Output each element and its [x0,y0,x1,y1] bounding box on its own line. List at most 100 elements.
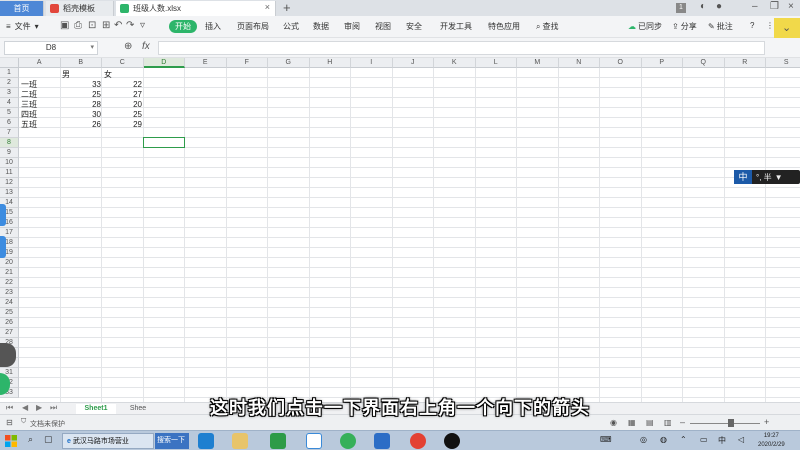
windows-start-icon[interactable] [4,434,18,448]
male-count-cell[interactable]: 28 [62,100,101,110]
column-header[interactable]: P [641,58,683,68]
male-count-cell[interactable]: 33 [62,80,101,90]
row-header[interactable]: 26 [0,318,19,328]
ime-lang-indicator[interactable]: 中 [718,435,726,446]
select-all-corner[interactable] [0,58,19,68]
tab-view[interactable]: 视图 [375,21,391,32]
row-header[interactable]: 24 [0,298,19,308]
female-count-cell[interactable]: 22 [102,80,142,90]
spreadsheet-grid[interactable]: ABCDEFGHIJKLMNOPQRS 1 2 3 4 5 6 7 8 9 10 11 12 13 14 1… [0,58,800,402]
help-icon[interactable]: ? [750,21,754,30]
column-header[interactable]: K [434,58,476,68]
cloud-drive-icon[interactable] [306,433,322,449]
column-header[interactable]: J [392,58,434,68]
search-icon[interactable]: ⌕ [28,434,33,445]
tab-start[interactable]: 开始 [169,20,197,33]
column-header[interactable]: L [475,58,517,68]
file-explorer-icon[interactable] [232,433,248,449]
annotate-button[interactable]: ✎ 批注 [708,21,733,32]
column-header[interactable]: B [60,58,102,68]
keyboard-icon[interactable]: ⌨ [600,435,612,444]
formula-input[interactable] [158,41,765,55]
collapse-ribbon-button[interactable]: ⌄ [774,18,800,38]
column-header[interactable]: Q [683,58,725,68]
display-icon[interactable]: ▭ [700,435,708,444]
system-clock[interactable]: 19:27 2020/2/29 [758,432,785,450]
window-count-badge[interactable]: 1 [676,3,686,13]
print-preview-icon[interactable]: ⎙ [74,20,82,31]
row-header[interactable]: 20 [0,258,19,268]
class-label-cell[interactable]: 五班 [21,120,37,130]
class-label-cell[interactable]: 三班 [21,100,37,110]
row-header[interactable]: 12 [0,178,19,188]
skin-icon[interactable]: ◐ [700,1,706,12]
fx-icon[interactable]: fx [142,41,150,52]
tab-features[interactable]: 特色应用 [488,21,520,32]
female-count-cell[interactable]: 27 [102,90,142,100]
column-header[interactable]: C [102,58,144,68]
tab-insert[interactable]: 插入 [205,21,221,32]
minimize-icon[interactable]: – [752,1,758,12]
zoom-slider[interactable] [690,423,760,424]
row-header[interactable]: 11 [0,168,19,178]
tab-security[interactable]: 安全 [406,21,422,32]
row-header[interactable]: 8 [0,138,19,148]
close-tab-icon[interactable]: × [265,2,270,12]
tab-template[interactable]: 稻壳模板 [46,1,114,16]
undo-icon[interactable]: ↶ [114,20,122,31]
column-header[interactable]: R [724,58,766,68]
recorder-icon[interactable] [444,433,460,449]
tab-data[interactable]: 数据 [313,21,329,32]
search-command[interactable]: ⌕ 查找 [536,21,558,32]
active-cell-cursor[interactable] [143,137,185,148]
row-header[interactable]: 27 [0,328,19,338]
class-label-cell[interactable]: 二班 [21,90,37,100]
row-header[interactable]: 10 [0,158,19,168]
column-header[interactable]: G [268,58,310,68]
store-icon[interactable] [270,433,286,449]
tab-home[interactable]: 首页 [0,1,44,16]
taskbar-ie-window[interactable]: e 武汉马路市场营业 [62,433,154,449]
tab-developer[interactable]: 开发工具 [440,21,472,32]
edge-browser-icon[interactable] [198,433,214,449]
format-painter-icon[interactable]: ⊞ [102,20,110,31]
new-tab-icon[interactable]: + [283,0,291,15]
male-count-cell[interactable]: 26 [62,120,101,130]
more-icon[interactable]: ⋮ [766,21,774,30]
row-header[interactable]: 1 [0,68,19,78]
row-header[interactable]: 2 [0,78,19,88]
tab-page-layout[interactable]: 页面布局 [237,21,269,32]
ime-mode[interactable]: 中 [734,170,752,184]
chrome-icon[interactable] [410,433,426,449]
wps-icon[interactable] [374,433,390,449]
class-label-cell[interactable]: 一班 [21,80,37,90]
ime-options[interactable]: °, 半 [752,172,772,183]
side-panel-tab[interactable] [0,236,6,258]
column-header[interactable]: F [226,58,268,68]
close-window-icon[interactable]: × [788,1,794,12]
restore-icon[interactable]: ❐ [770,1,779,12]
account-icon[interactable]: ● [716,1,722,12]
row-header[interactable]: 6 [0,118,19,128]
row-header[interactable]: 13 [0,188,19,198]
row-header[interactable]: 9 [0,148,19,158]
print-icon[interactable]: ⊡ [88,20,96,31]
male-count-cell[interactable]: 30 [62,110,101,120]
female-count-cell[interactable]: 25 [102,110,142,120]
column-header[interactable]: O [600,58,642,68]
column-header[interactable]: E [185,58,227,68]
row-header[interactable]: 3 [0,88,19,98]
file-menu[interactable]: ≡ 文件 ▾ [6,21,39,32]
customize-icon[interactable]: ▿ [140,20,145,31]
zoom-icon[interactable]: ⊕ [124,41,132,52]
female-count-cell[interactable]: 29 [102,120,142,130]
tab-file[interactable]: 班级人数.xlsx × [116,1,276,16]
tab-formula[interactable]: 公式 [283,21,299,32]
row-header[interactable]: 5 [0,108,19,118]
ime-toolbar[interactable]: 中 °, 半 ▼ [734,170,800,184]
name-box[interactable]: D8 ▾ [4,41,98,55]
floating-tool-button[interactable] [0,343,16,367]
sync-status[interactable]: ☁ 已同步 [628,21,662,32]
column-header[interactable]: S [766,58,800,68]
tray-arrow-icon[interactable]: ⌃ [680,435,687,444]
